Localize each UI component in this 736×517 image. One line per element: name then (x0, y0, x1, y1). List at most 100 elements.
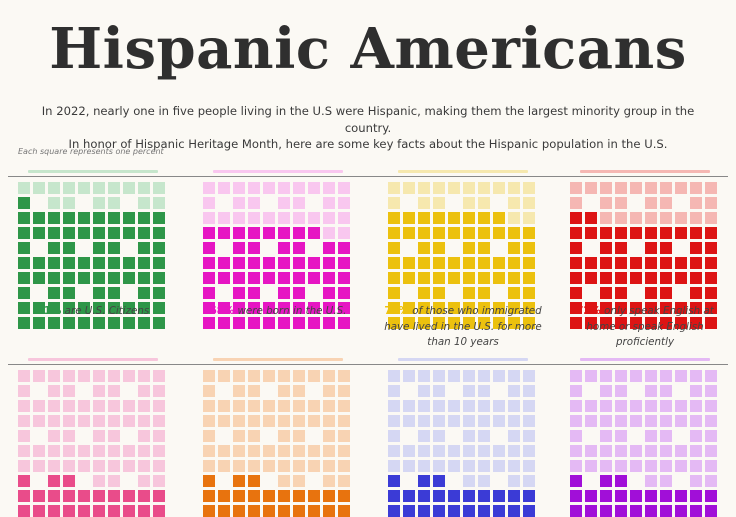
waffle-square (508, 287, 520, 299)
waffle-square (645, 490, 657, 502)
waffle-square (233, 445, 245, 457)
waffle-square (323, 257, 335, 269)
waffle-square (448, 505, 460, 517)
waffle-square (433, 242, 445, 254)
waffle-square (660, 460, 672, 472)
waffle-square (63, 287, 75, 299)
waffle-square (675, 212, 687, 224)
waffle-square (18, 242, 30, 254)
waffle-square (18, 227, 30, 239)
waffle-square (108, 505, 120, 517)
waffle-square (615, 475, 627, 487)
waffle-square (278, 430, 290, 442)
waffle-square (645, 287, 657, 299)
waffle-square (308, 460, 320, 472)
caption-text: are U.S. Citizens (61, 305, 150, 317)
waffle-square (278, 287, 290, 299)
waffle-square (570, 445, 582, 457)
waffle-square (403, 257, 415, 269)
waffle-square (78, 445, 90, 457)
waffle-square (278, 490, 290, 502)
waffle-square (108, 197, 120, 209)
waffle-square (108, 272, 120, 284)
waffle-square (18, 287, 30, 299)
waffle-square (630, 370, 642, 382)
waffle-square (233, 505, 245, 517)
waffle-square (233, 385, 245, 397)
waffle-square (108, 242, 120, 254)
waffle-square (108, 445, 120, 457)
waffle-square (570, 227, 582, 239)
waffle-square (448, 212, 460, 224)
waffle-square (600, 400, 612, 412)
waffle-square (508, 385, 520, 397)
waffle-square (138, 287, 150, 299)
waffle-square (433, 475, 445, 487)
waffle-square (523, 370, 535, 382)
waffle-square (323, 242, 335, 254)
waffle-square (278, 505, 290, 517)
waffle-square (48, 370, 60, 382)
waffle-square (48, 400, 60, 412)
waffle-square (263, 212, 275, 224)
waffle-square (418, 385, 430, 397)
waffle-square (690, 370, 702, 382)
waffle-square (218, 272, 230, 284)
waffle-square (48, 197, 60, 209)
waffle-square (690, 490, 702, 502)
waffle-square (523, 242, 535, 254)
waffle-square (448, 490, 460, 502)
waffle-square (615, 287, 627, 299)
waffle-square (690, 242, 702, 254)
waffle-square (203, 287, 215, 299)
waffle-square (108, 400, 120, 412)
waffle-square (403, 212, 415, 224)
waffle-square (248, 385, 260, 397)
waffle-square (493, 460, 505, 472)
waffle-square (463, 505, 475, 517)
waffle-square (615, 460, 627, 472)
waffle-square (705, 272, 717, 284)
waffle-square (63, 385, 75, 397)
waffle-square (323, 475, 335, 487)
waffle-square (248, 227, 260, 239)
waffle-square (108, 490, 120, 502)
waffle-square (600, 445, 612, 457)
waffle-square (570, 415, 582, 427)
waffle-square (523, 505, 535, 517)
waffle-square (293, 287, 305, 299)
waffle-square (293, 370, 305, 382)
waffle-square (323, 272, 335, 284)
waffle-square (418, 242, 430, 254)
waffle-square (388, 182, 400, 194)
waffle-square (203, 385, 215, 397)
waffle-square (108, 182, 120, 194)
waffle-square (493, 400, 505, 412)
waffle-square (418, 445, 430, 457)
waffle-square (278, 400, 290, 412)
waffle-square (630, 272, 642, 284)
waffle-square (418, 227, 430, 239)
waffle-square (93, 257, 105, 269)
waffle-caption-1: 81% are U.S. Citizens (8, 304, 178, 320)
waffle-square (523, 272, 535, 284)
waffle-caption-3: 78% of those who immigrated have lived i… (378, 304, 548, 351)
waffle-square (33, 227, 45, 239)
waffle-square (600, 430, 612, 442)
waffle-square (218, 400, 230, 412)
waffle-square (388, 287, 400, 299)
waffle-square (508, 475, 520, 487)
waffle-square (493, 272, 505, 284)
waffle-square (248, 505, 260, 517)
waffle-square (615, 445, 627, 457)
waffle-square (138, 370, 150, 382)
waffle-square (705, 400, 717, 412)
waffle-square (93, 227, 105, 239)
waffle-square (448, 400, 460, 412)
waffle-square (493, 212, 505, 224)
waffle-square (308, 505, 320, 517)
waffle-square (463, 415, 475, 427)
waffle-square (615, 490, 627, 502)
waffle-square (478, 430, 490, 442)
waffle-square (338, 385, 350, 397)
